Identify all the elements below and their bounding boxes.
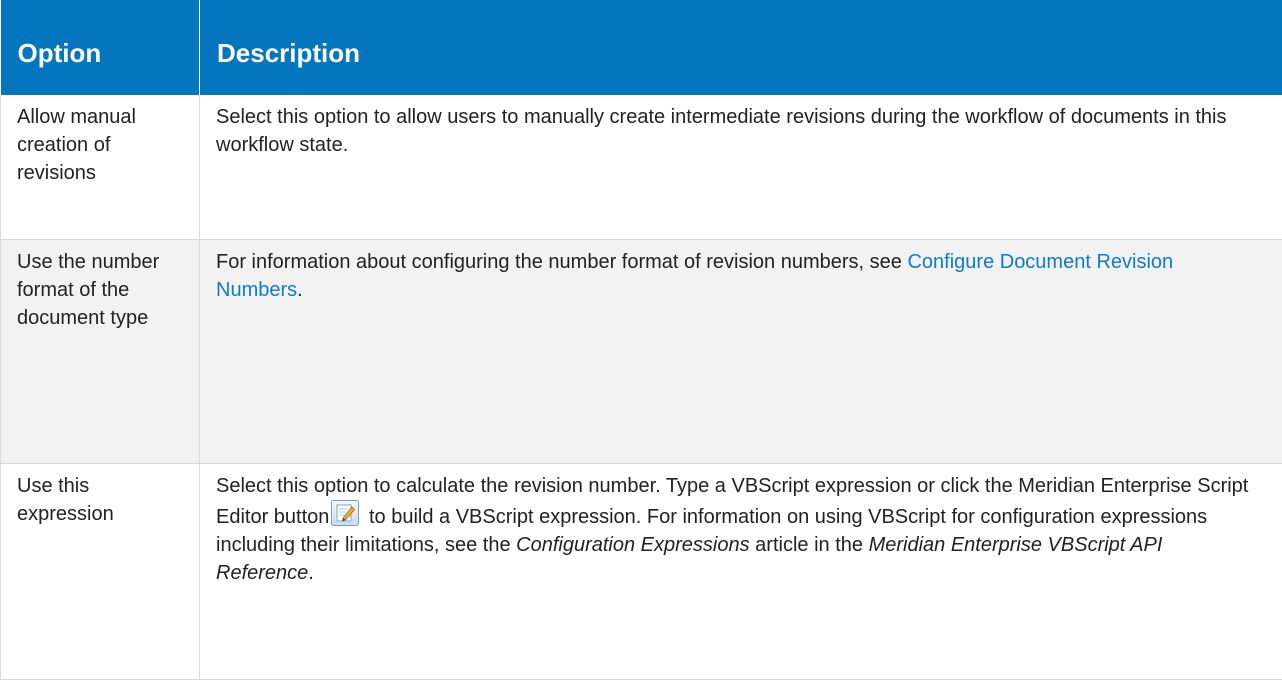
description-text-4: . bbox=[308, 562, 314, 584]
header-row: Option Description bbox=[1, 0, 1282, 95]
option-column-header: Option bbox=[1, 0, 200, 95]
table-header: Option Description bbox=[1, 0, 1282, 95]
table-row: Allow manual creation of revisions Selec… bbox=[1, 95, 1282, 239]
description-text-3: article in the bbox=[750, 534, 869, 556]
options-table: Option Description Allow manual creation… bbox=[0, 0, 1282, 680]
description-cell: Select this option to calculate the revi… bbox=[200, 463, 1282, 679]
description-text: For information about configuring the nu… bbox=[216, 251, 907, 273]
configuration-expressions-title: Configuration Expressions bbox=[516, 534, 749, 556]
option-cell: Use this expression bbox=[1, 463, 200, 679]
description-cell: For information about configuring the nu… bbox=[200, 239, 1282, 463]
description-column-header: Description bbox=[200, 0, 1282, 95]
option-cell: Allow manual creation of revisions bbox=[1, 95, 200, 239]
script-editor-icon[interactable] bbox=[331, 500, 359, 526]
description-end: . bbox=[297, 279, 303, 301]
table-body: Allow manual creation of revisions Selec… bbox=[1, 95, 1282, 679]
table-row: Use this expression Select this option t… bbox=[1, 463, 1282, 679]
table-row: Use the number format of the document ty… bbox=[1, 239, 1282, 463]
description-cell: Select this option to allow users to man… bbox=[200, 95, 1282, 239]
option-cell: Use the number format of the document ty… bbox=[1, 239, 200, 463]
